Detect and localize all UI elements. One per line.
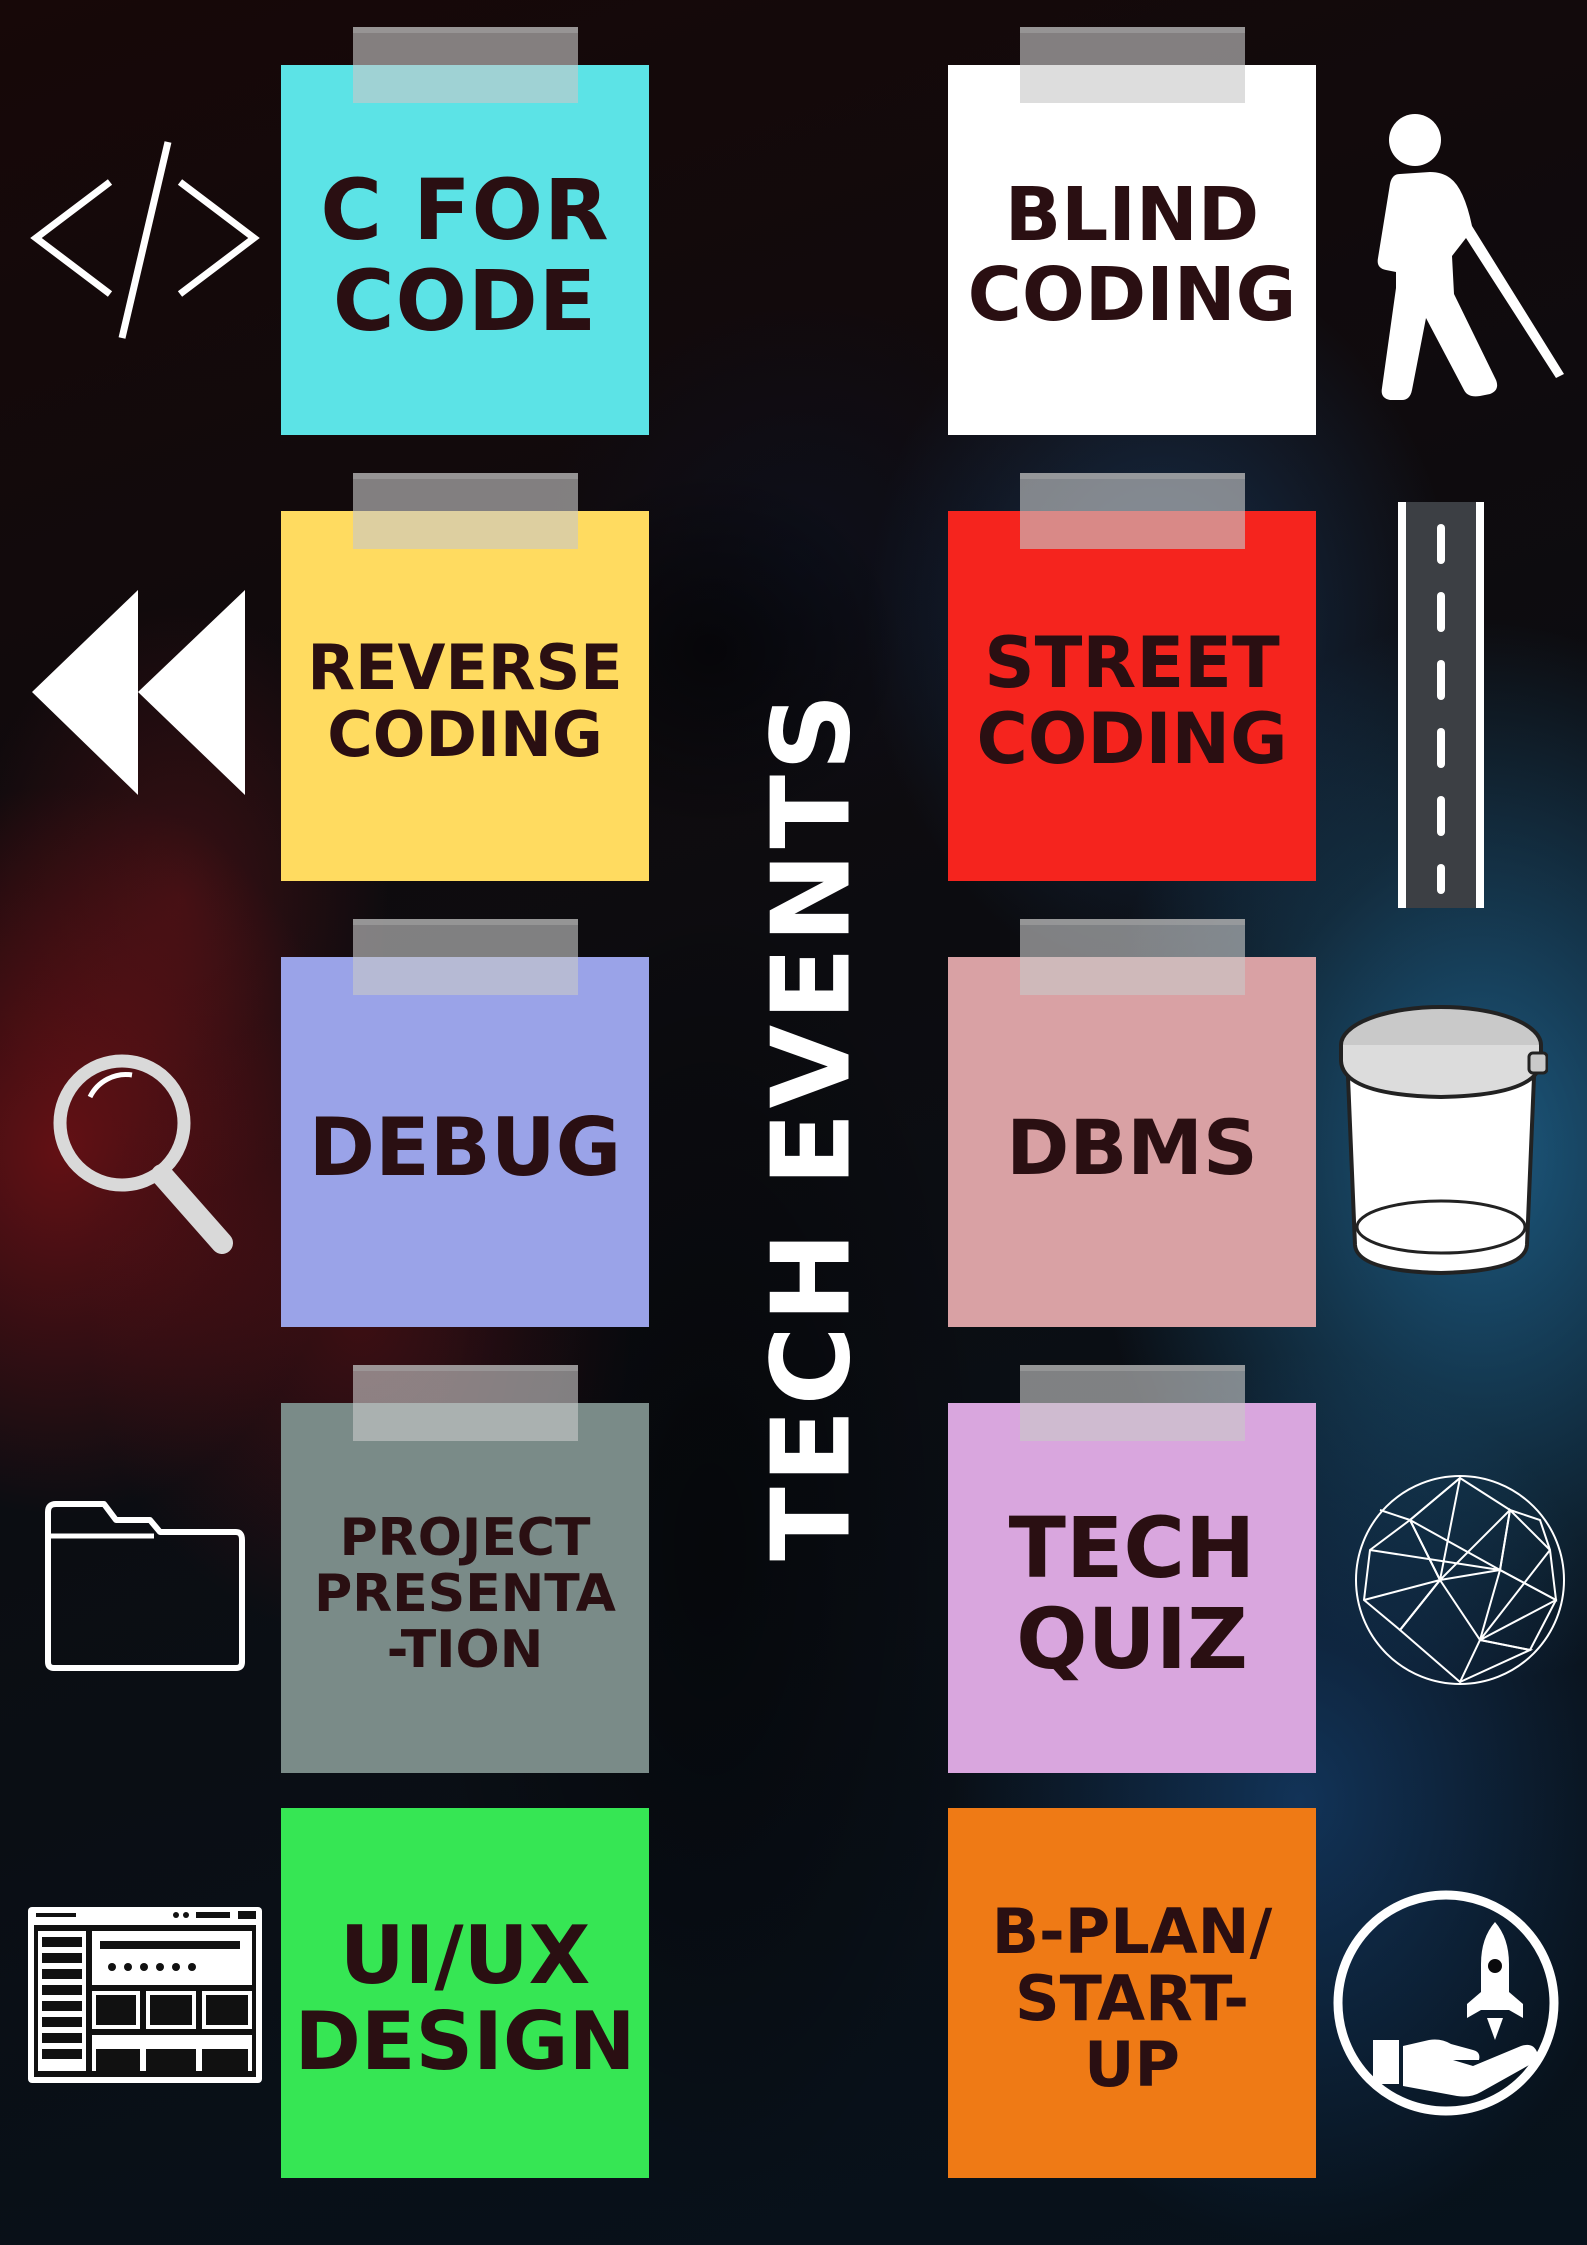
rewind-icon: [30, 585, 245, 800]
page-title: TECH EVENTS: [749, 689, 875, 1561]
event-card-reverse-coding[interactable]: REVERSE CODING: [281, 473, 649, 881]
event-card-dbms[interactable]: DBMS: [948, 919, 1316, 1327]
event-card-b-plan-startup[interactable]: B-PLAN/ START- UP: [948, 1808, 1316, 2178]
event-card-debug[interactable]: DEBUG: [281, 919, 649, 1327]
event-label: DBMS: [1006, 1102, 1258, 1192]
event-card-tech-quiz[interactable]: TECH QUIZ: [948, 1365, 1316, 1773]
geodesic-sphere-icon: [1350, 1470, 1570, 1690]
folder-icon: [42, 1498, 246, 1672]
event-label: UI/UX DESIGN: [294, 1908, 636, 2088]
event-card-street-coding[interactable]: STREET CODING: [948, 473, 1316, 881]
rocket-hand-icon: [1333, 1880, 1559, 2126]
event-label: REVERSE CODING: [307, 631, 623, 771]
tape: [353, 919, 578, 995]
magnifier-icon: [50, 1035, 235, 1255]
event-card-ui-ux-design[interactable]: UI/UX DESIGN: [281, 1808, 649, 2178]
event-label: DEBUG: [308, 1100, 622, 1194]
event-label: TECH QUIZ: [1008, 1499, 1256, 1688]
event-label: C FOR CODE: [320, 161, 610, 350]
tape: [353, 473, 578, 549]
blind-person-icon: [1368, 108, 1586, 408]
tape: [1020, 1365, 1245, 1441]
tape: [1020, 27, 1245, 103]
event-card-blind-coding[interactable]: BLIND CODING: [948, 27, 1316, 435]
tape: [1020, 919, 1245, 995]
event-label: STREET CODING: [976, 622, 1288, 780]
tape: [353, 1365, 578, 1441]
wireframe-icon: [26, 1905, 264, 2085]
event-label: PROJECT PRESENTA -TION: [314, 1507, 616, 1681]
code-icon: [28, 140, 263, 340]
event-label: B-PLAN/ START- UP: [991, 1894, 1273, 2102]
database-icon: [1333, 995, 1548, 1280]
event-card-c-for-code[interactable]: C FOR CODE: [281, 27, 649, 435]
event-label: BLIND CODING: [967, 172, 1297, 338]
event-card-project-presentation[interactable]: PROJECT PRESENTA -TION: [281, 1365, 649, 1773]
road-icon: [1394, 500, 1488, 910]
tape: [353, 27, 578, 103]
tape: [1020, 473, 1245, 549]
